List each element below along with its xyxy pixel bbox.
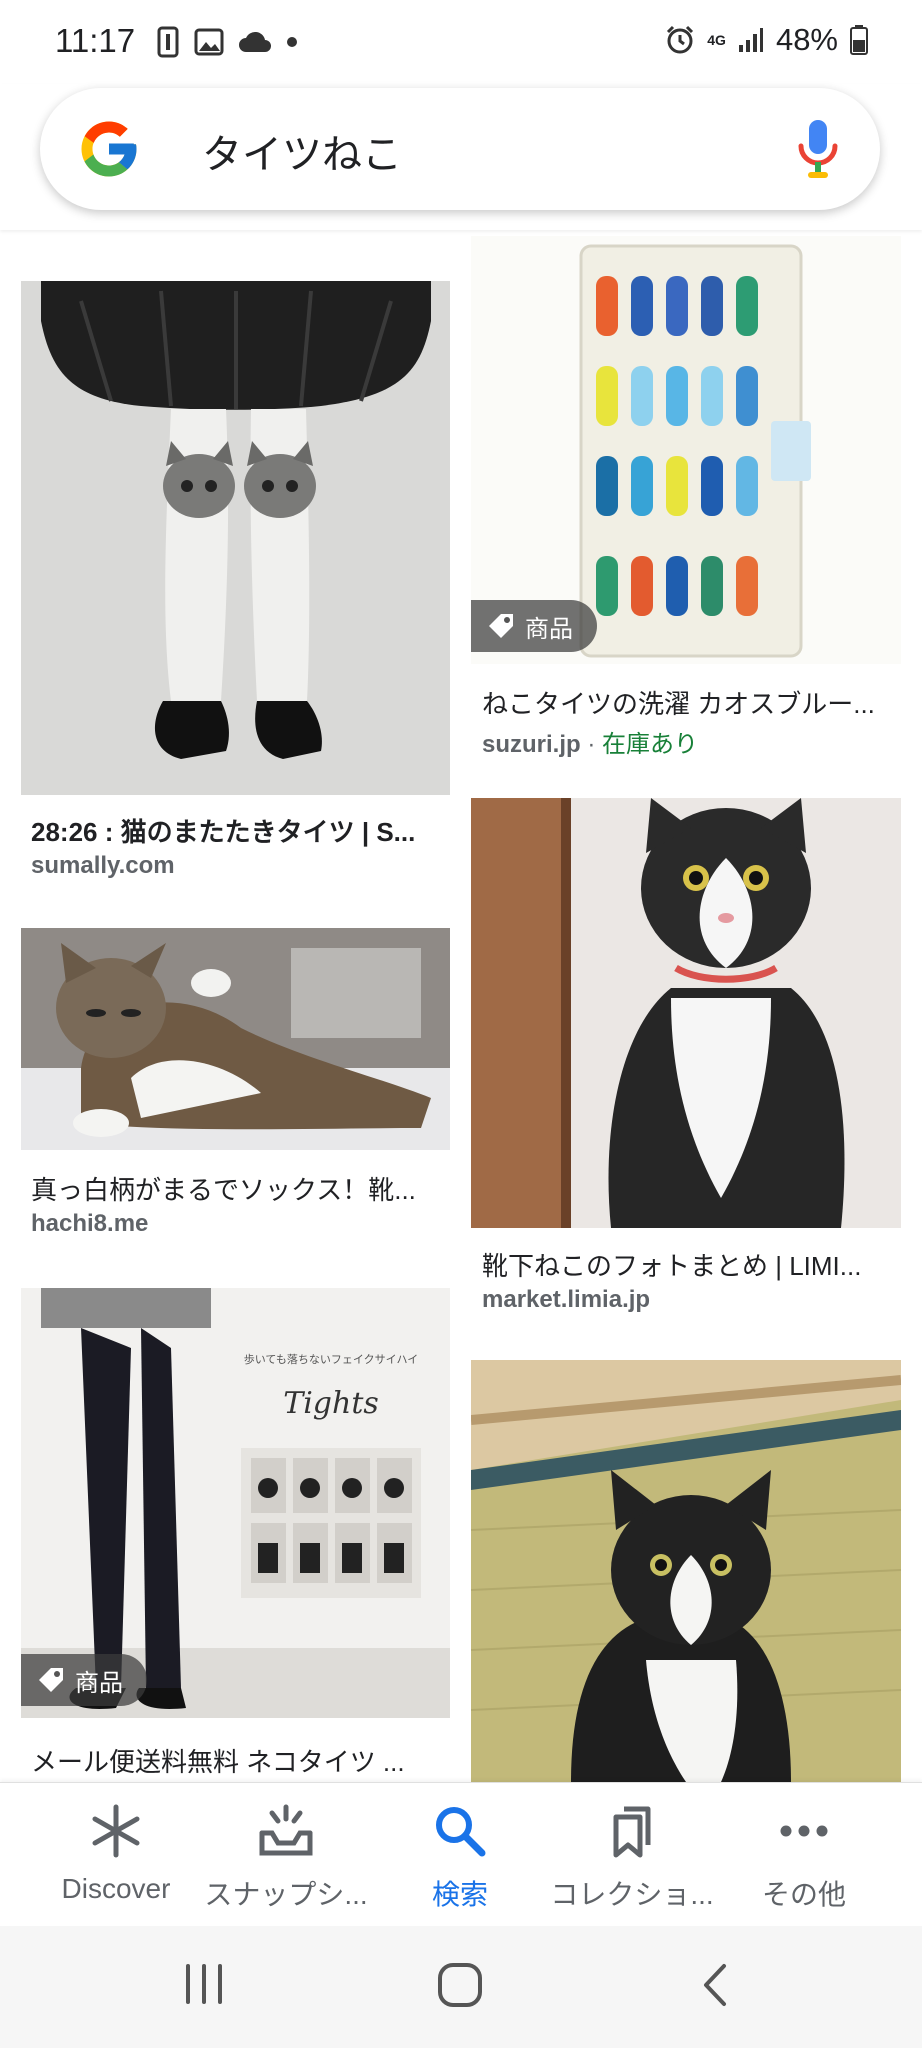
- status-bar: 11:17 4G 48%: [0, 0, 922, 84]
- result-thumbnail-cat-tights[interactable]: [21, 281, 450, 795]
- result-card[interactable]: 歩いても落ちないフェイクサイハイ Tights 商品 メール便送料無料 ネコタイ…: [0, 1240, 461, 1782]
- product-badge: 商品: [471, 600, 597, 652]
- result-image-caption: 歩いても落ちないフェイクサイハイ: [244, 1352, 418, 1366]
- microphone-icon[interactable]: [796, 118, 840, 182]
- result-source[interactable]: market.limia.jp: [482, 1286, 650, 1314]
- thermometer-icon: [157, 26, 179, 58]
- nav-discover[interactable]: Discover: [24, 1803, 208, 1905]
- status-system-icons: 4G 48%: [665, 22, 868, 58]
- bottom-navigation: Discover スナップシ... 検索 コレクショ... その他: [0, 1782, 922, 1926]
- search-box[interactable]: タイツねこ: [40, 88, 880, 210]
- nav-search[interactable]: 検索: [368, 1803, 552, 1913]
- nav-label: 検索: [431, 1879, 488, 1910]
- status-time: 11:17: [55, 22, 136, 59]
- result-card[interactable]: 真っ白柄がまるでソックス！靴... hachi8.me: [0, 880, 461, 1240]
- cloud-icon: [239, 31, 271, 52]
- result-source[interactable]: suzuri.jp · 在庫あり: [482, 724, 698, 759]
- bookmark-icon: [613, 1806, 651, 1858]
- search-query-text[interactable]: タイツねこ: [202, 122, 402, 180]
- dot-icon: [287, 37, 297, 47]
- result-title[interactable]: 真っ白柄がまるでソックス！靴...: [31, 1170, 451, 1207]
- result-card[interactable]: 28:26 : 猫のまたたきタイツ | S... sumally.com: [0, 230, 461, 880]
- nav-label: スナップシ...: [204, 1879, 368, 1910]
- system-navigation-bar: [0, 1926, 922, 2048]
- battery-percentage: 48%: [775, 22, 838, 57]
- product-badge-label: 商品: [525, 615, 573, 643]
- result-image-script: Tights: [283, 1386, 379, 1421]
- result-title[interactable]: ねこタイツの洗濯 カオスブルー...: [482, 684, 902, 721]
- home-icon[interactable]: [437, 1962, 483, 2008]
- result-title[interactable]: 28:26 : 猫のまたたきタイツ | S...: [31, 812, 451, 849]
- more-icon: [780, 1825, 828, 1837]
- result-card[interactable]: 商品 ねこタイツの洗濯 カオスブルー... suzuri.jp · 在庫あり: [461, 230, 922, 790]
- google-logo-icon: [81, 121, 137, 177]
- tag-icon: [489, 614, 513, 638]
- network-type: 4G: [707, 32, 726, 48]
- search-icon: [436, 1807, 486, 1857]
- result-thumbnail-sitting-cat[interactable]: [471, 798, 901, 1228]
- battery-icon: [850, 25, 868, 55]
- asterisk-icon: [92, 1804, 140, 1858]
- back-icon[interactable]: [700, 1962, 730, 2008]
- result-title[interactable]: 靴下ねこのフォトまとめ | LIMI...: [482, 1246, 902, 1283]
- result-thumbnail-kitten[interactable]: [471, 1360, 901, 1782]
- result-source-domain: suzuri.jp: [482, 731, 581, 758]
- alarm-icon: [667, 25, 694, 54]
- snapshot-icon: [259, 1804, 313, 1856]
- result-source[interactable]: sumally.com: [31, 852, 175, 880]
- nav-label: その他: [761, 1879, 846, 1910]
- status-notification-icons: [156, 26, 298, 58]
- image-icon: [194, 28, 224, 56]
- nav-label: Discover: [61, 1873, 171, 1904]
- nav-collections[interactable]: コレクショ...: [540, 1803, 724, 1913]
- result-card[interactable]: 靴下ねこのフォトまとめ | LIMI... market.limia.jp: [461, 790, 922, 1360]
- nav-more[interactable]: その他: [712, 1803, 896, 1913]
- image-results-grid: 28:26 : 猫のまたたきタイツ | S... sumally.com 商品 …: [0, 230, 922, 1782]
- recent-apps-icon[interactable]: [182, 1962, 226, 2006]
- nav-snapshot[interactable]: スナップシ...: [194, 1803, 378, 1913]
- search-header: タイツねこ: [0, 84, 922, 230]
- product-badge: 商品: [21, 1654, 147, 1706]
- product-badge-label: 商品: [75, 1669, 123, 1697]
- nav-label: コレクショ...: [550, 1879, 714, 1910]
- result-card[interactable]: [461, 1360, 922, 1782]
- result-title[interactable]: メール便送料無料 ネコタイツ ...: [31, 1742, 451, 1779]
- signal-icon: [738, 28, 763, 52]
- tag-icon: [39, 1668, 63, 1692]
- in-stock-label: 在庫あり: [602, 731, 699, 758]
- result-source[interactable]: hachi8.me: [31, 1210, 148, 1238]
- result-thumbnail-lying-cat[interactable]: [21, 928, 450, 1150]
